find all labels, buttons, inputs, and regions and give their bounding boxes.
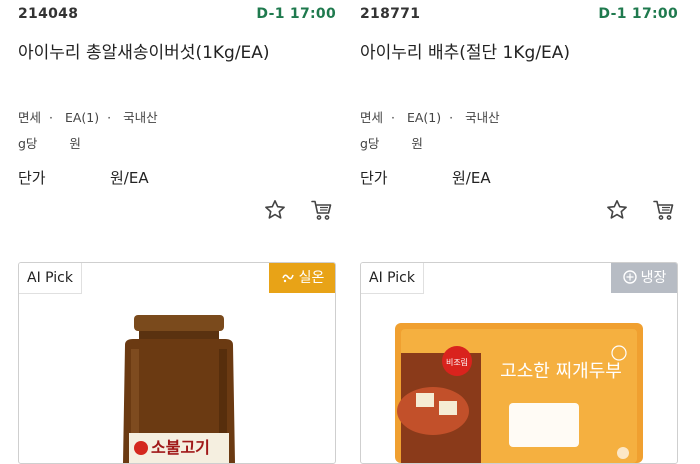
product-meta: 면세 · EA(1) · 국내산 bbox=[18, 107, 158, 126]
cart-icon[interactable] bbox=[310, 198, 334, 222]
product-id: 214048 bbox=[18, 6, 79, 22]
storage-label: 실온 bbox=[298, 270, 325, 286]
storage-badge: 실온 bbox=[269, 263, 335, 293]
product-card-2: 218771 D-1 17:00 아이누리 배추(절단 1Kg/EA) 면세 ·… bbox=[360, 0, 680, 464]
tax-status: 면세 bbox=[360, 110, 384, 125]
product-image-card[interactable]: 소불고기 AI Pick 실온 bbox=[18, 262, 336, 464]
unit-price-value: 원/EA bbox=[452, 169, 491, 187]
storage-label: 냉장 bbox=[640, 270, 667, 286]
product-image: 소불고기 bbox=[19, 293, 335, 463]
origin: 국내산 bbox=[123, 110, 158, 125]
product-name[interactable]: 아이누리 배추(절단 1Kg/EA) bbox=[360, 38, 570, 63]
product-actions bbox=[245, 198, 334, 222]
tax-status: 면세 bbox=[18, 110, 42, 125]
unit-price-label: 단가 bbox=[18, 169, 46, 187]
gram-price: g당 원 bbox=[360, 133, 423, 152]
quantity: EA(1) bbox=[64, 110, 100, 125]
package-sticker: 비조림 bbox=[446, 357, 468, 367]
gram-unit: g당 bbox=[360, 136, 380, 151]
order-deadline: D-1 17:00 bbox=[598, 6, 678, 22]
quantity: EA(1) bbox=[406, 110, 442, 125]
unit-price-label: 단가 bbox=[360, 169, 388, 187]
order-deadline: D-1 17:00 bbox=[256, 6, 336, 22]
gram-won: 원 bbox=[69, 136, 81, 151]
unit-price-value: 원/EA bbox=[110, 169, 149, 187]
unit-price: 단가 원/EA bbox=[18, 167, 149, 188]
product-header: 218771 D-1 17:00 bbox=[360, 6, 678, 26]
meta-separator: · bbox=[449, 110, 454, 125]
product-header: 214048 D-1 17:00 bbox=[18, 6, 336, 26]
ai-pick-badge: AI Pick bbox=[361, 263, 424, 294]
product-name[interactable]: 아이누리 총알새송이버섯(1Kg/EA) bbox=[18, 38, 270, 63]
product-card-1: 214048 D-1 17:00 아이누리 총알새송이버섯(1Kg/EA) 면세… bbox=[18, 0, 338, 464]
refrigerated-icon bbox=[622, 270, 637, 284]
package-title: 고소한 찌개두부 bbox=[500, 361, 622, 382]
cart-icon[interactable] bbox=[652, 198, 676, 222]
product-meta: 면세 · EA(1) · 국내산 bbox=[360, 107, 500, 126]
gram-unit: g당 bbox=[18, 136, 38, 151]
gram-price: g당 원 bbox=[18, 133, 81, 152]
star-icon[interactable] bbox=[263, 198, 287, 222]
storage-badge: 냉장 bbox=[611, 263, 677, 293]
meta-separator: · bbox=[107, 110, 112, 125]
product-actions bbox=[587, 198, 676, 222]
gram-won: 원 bbox=[411, 136, 423, 151]
product-image-card[interactable]: 비조림 고소한 찌개두부 AI Pick 냉장 bbox=[360, 262, 678, 464]
origin: 국내산 bbox=[465, 110, 500, 125]
product-id: 218771 bbox=[360, 6, 421, 22]
meta-separator: · bbox=[49, 110, 53, 125]
meta-separator: · bbox=[391, 110, 395, 125]
room-temp-icon bbox=[281, 274, 294, 283]
product-image: 비조림 고소한 찌개두부 bbox=[361, 293, 677, 463]
ai-pick-badge: AI Pick bbox=[19, 263, 82, 294]
star-icon[interactable] bbox=[605, 198, 629, 222]
svg-text:소불고기: 소불고기 bbox=[151, 438, 210, 457]
unit-price: 단가 원/EA bbox=[360, 167, 491, 188]
